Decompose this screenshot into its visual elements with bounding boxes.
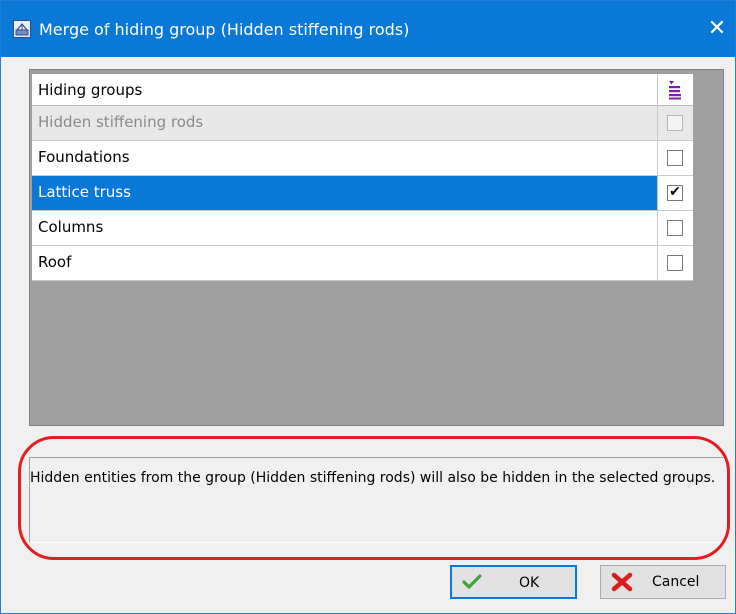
row-checkbox[interactable] (667, 255, 683, 271)
hiding-group-app-icon (13, 20, 31, 38)
table-row[interactable]: Foundations (32, 141, 693, 176)
cancel-button[interactable]: Cancel (600, 565, 726, 599)
row-checkbox[interactable] (667, 150, 683, 166)
close-icon[interactable]: ✕ (703, 15, 731, 43)
checkmark-icon (462, 573, 482, 595)
table-row[interactable]: Hidden stiffening rods (32, 106, 693, 141)
table-row[interactable]: Lattice truss ✔ (32, 176, 693, 211)
row-label: Lattice truss (38, 183, 131, 201)
row-check-cell (657, 246, 693, 280)
row-label: Roof (38, 253, 72, 271)
row-check-cell: ✔ (657, 176, 693, 210)
row-label: Foundations (38, 148, 130, 166)
window-title: Merge of hiding group (Hidden stiffening… (39, 20, 410, 39)
header-icon-cell[interactable] (657, 74, 693, 106)
ok-button-label: OK (519, 575, 540, 591)
table-row[interactable]: Columns (32, 211, 693, 246)
grid-header: Hiding groups (32, 74, 693, 106)
hiding-groups-grid: Hiding groups Hidden stiffening rods Fou… (29, 69, 724, 426)
row-label: Columns (38, 218, 104, 236)
highlight-annotation (18, 436, 730, 560)
sort-lines-icon[interactable] (667, 80, 683, 100)
title-bar[interactable]: Merge of hiding group (Hidden stiffening… (1, 1, 735, 57)
row-checkbox[interactable]: ✔ (667, 185, 683, 201)
row-label: Hidden stiffening rods (38, 113, 204, 131)
column-header-hiding-groups[interactable]: Hiding groups (38, 81, 142, 99)
row-check-cell (657, 141, 693, 175)
cancel-button-label: Cancel (652, 574, 700, 590)
ok-button[interactable]: OK (450, 565, 577, 599)
red-x-icon (611, 572, 633, 596)
table-row[interactable]: Roof (32, 246, 693, 281)
row-checkbox[interactable] (667, 115, 683, 131)
row-check-cell (657, 106, 693, 140)
row-check-cell (657, 211, 693, 245)
row-checkbox[interactable] (667, 220, 683, 236)
